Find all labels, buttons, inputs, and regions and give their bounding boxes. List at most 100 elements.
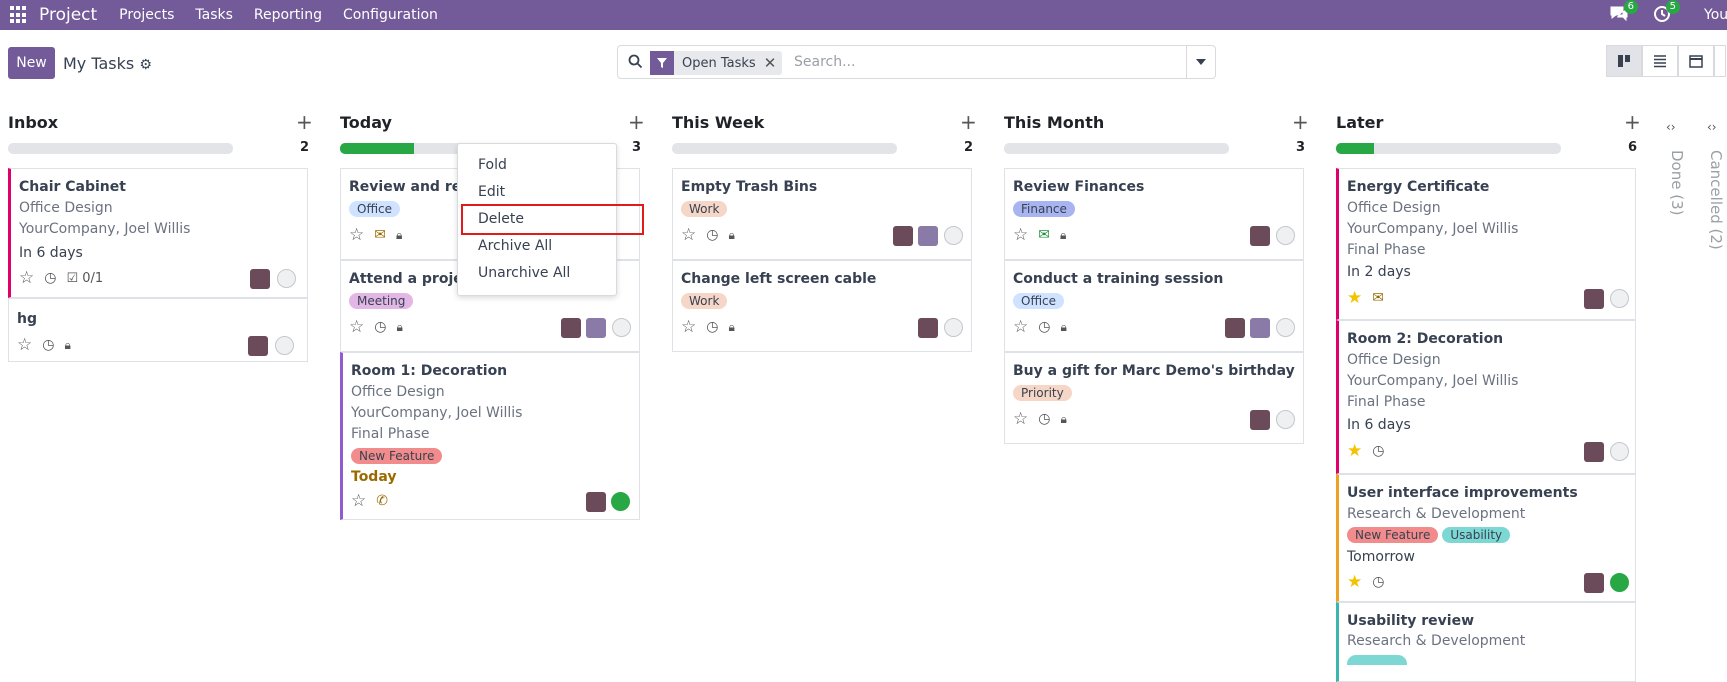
avatar[interactable] xyxy=(1250,226,1270,246)
avatar[interactable] xyxy=(248,336,268,356)
progress-bar[interactable] xyxy=(8,143,233,154)
clock-icon[interactable]: ◷ xyxy=(1372,443,1384,459)
fold-arrows-icon[interactable]: ‹› xyxy=(1707,120,1717,134)
menu-item-edit[interactable]: Edit xyxy=(478,184,505,200)
search-input[interactable]: Search... xyxy=(794,54,855,70)
state-dot[interactable] xyxy=(275,336,294,355)
state-dot[interactable] xyxy=(1610,573,1629,592)
clock-icon[interactable]: ◷ xyxy=(706,319,718,335)
clock-icon[interactable]: ◷ xyxy=(44,270,56,286)
quick-create-icon[interactable]: + xyxy=(296,110,313,134)
clock-icon[interactable]: ◷ xyxy=(42,337,54,353)
task-card[interactable]: Empty Trash Bins Work ☆ ◷ 🔒︎ xyxy=(672,168,972,260)
task-card[interactable]: Energy Certificate Office Design YourCom… xyxy=(1336,168,1636,320)
avatar[interactable] xyxy=(1250,318,1270,338)
column-title[interactable]: Later xyxy=(1336,113,1383,132)
app-name[interactable]: Project xyxy=(39,5,97,25)
clock-icon[interactable]: ◷ xyxy=(1038,411,1050,427)
avatar[interactable] xyxy=(586,492,606,512)
state-dot[interactable] xyxy=(1276,226,1295,245)
fold-arrows-icon[interactable]: ‹› xyxy=(1666,120,1676,134)
state-dot[interactable] xyxy=(277,269,296,288)
star-icon[interactable]: ☆ xyxy=(19,268,34,288)
task-card[interactable]: Buy a gift for Marc Demo's birthday Prio… xyxy=(1004,352,1304,444)
user-menu[interactable]: Your xyxy=(1704,7,1727,23)
star-icon[interactable]: ☆ xyxy=(1013,409,1028,429)
task-card[interactable]: hg ☆ ◷ 🔒︎ xyxy=(8,298,308,362)
progress-bar[interactable] xyxy=(672,143,897,154)
menu-configuration[interactable]: Configuration xyxy=(343,7,438,23)
task-card[interactable]: Chair Cabinet Office Design YourCompany,… xyxy=(8,168,308,298)
task-card[interactable]: Review Finances Finance ☆ ✉ 🔒︎ xyxy=(1004,168,1304,260)
column-title[interactable]: Today xyxy=(340,113,392,132)
star-icon[interactable]: ☆ xyxy=(349,225,364,245)
menu-item-fold[interactable]: Fold xyxy=(478,157,507,173)
avatar[interactable] xyxy=(586,318,606,338)
star-icon[interactable]: ☆ xyxy=(1013,317,1028,337)
avatar[interactable] xyxy=(918,318,938,338)
avatar[interactable] xyxy=(1584,442,1604,462)
star-icon[interactable]: ★ xyxy=(1347,441,1362,461)
email-icon[interactable]: ✉ xyxy=(1372,290,1384,306)
star-icon[interactable]: ☆ xyxy=(681,225,696,245)
activity-icon[interactable]: 5 xyxy=(1653,0,1680,25)
menu-reporting[interactable]: Reporting xyxy=(254,7,322,23)
state-dot[interactable] xyxy=(612,318,631,337)
star-icon[interactable]: ☆ xyxy=(351,491,366,511)
calendar-view-button[interactable] xyxy=(1678,45,1714,77)
task-card[interactable]: Change left screen cable Work ☆ ◷ 🔒︎ xyxy=(672,260,972,352)
avatar[interactable] xyxy=(918,226,938,246)
star-icon[interactable]: ★ xyxy=(1347,288,1362,308)
state-dot[interactable] xyxy=(1610,289,1629,308)
menu-projects[interactable]: Projects xyxy=(119,7,174,23)
email-icon[interactable]: ✉ xyxy=(374,227,386,243)
star-icon[interactable]: ☆ xyxy=(349,317,364,337)
list-view-button[interactable] xyxy=(1642,45,1678,77)
quick-create-icon[interactable]: + xyxy=(960,110,977,134)
avatar[interactable] xyxy=(1225,318,1245,338)
menu-tasks[interactable]: Tasks xyxy=(195,7,233,23)
task-card[interactable]: Room 1: Decoration Office Design YourCom… xyxy=(340,352,640,520)
progress-bar[interactable] xyxy=(1004,143,1229,154)
remove-filter-icon[interactable]: ✕ xyxy=(764,54,783,72)
column-title[interactable]: Inbox xyxy=(8,113,58,132)
gear-icon[interactable]: ⚙ xyxy=(139,57,152,73)
kanban-view-button[interactable] xyxy=(1606,45,1642,77)
column-title[interactable]: This Week xyxy=(672,113,764,132)
messages-icon[interactable]: 6 xyxy=(1609,0,1638,25)
clock-icon[interactable]: ◷ xyxy=(1372,574,1384,590)
star-icon[interactable]: ★ xyxy=(1347,572,1362,592)
star-icon[interactable]: ☆ xyxy=(17,335,32,355)
state-dot[interactable] xyxy=(1610,442,1629,461)
state-dot[interactable] xyxy=(944,226,963,245)
progress-bar[interactable] xyxy=(1336,143,1561,154)
avatar[interactable] xyxy=(250,269,270,289)
more-view-button[interactable] xyxy=(1714,45,1726,77)
folded-column-cancelled[interactable]: Cancelled (2) xyxy=(1707,150,1725,250)
clock-icon[interactable]: ◷ xyxy=(1038,319,1050,335)
folded-column-done[interactable]: Done (3) xyxy=(1668,150,1686,215)
search-options-toggle[interactable] xyxy=(1186,46,1215,78)
star-icon[interactable]: ☆ xyxy=(1013,225,1028,245)
clock-icon[interactable]: ◷ xyxy=(374,319,386,335)
star-icon[interactable]: ☆ xyxy=(681,317,696,337)
clock-icon[interactable]: ◷ xyxy=(706,227,718,243)
avatar[interactable] xyxy=(1584,289,1604,309)
menu-item-unarchive-all[interactable]: Unarchive All xyxy=(478,265,570,281)
checklist-icon[interactable]: ☑ 0/1 xyxy=(66,271,103,286)
state-dot[interactable] xyxy=(611,492,630,511)
task-card[interactable]: Usability review Research & Development xyxy=(1336,602,1636,682)
app-grid-icon[interactable] xyxy=(10,6,28,24)
task-card[interactable]: User interface improvements Research & D… xyxy=(1336,474,1636,602)
phone-icon[interactable]: ✆ xyxy=(376,493,388,509)
new-button[interactable]: New xyxy=(8,47,55,79)
quick-create-icon[interactable]: + xyxy=(628,110,645,134)
task-card[interactable]: Conduct a training session Office ☆ ◷ 🔒︎ xyxy=(1004,260,1304,352)
quick-create-icon[interactable]: + xyxy=(1292,110,1309,134)
menu-item-archive-all[interactable]: Archive All xyxy=(478,238,552,254)
avatar[interactable] xyxy=(1250,410,1270,430)
email-icon[interactable]: ✉ xyxy=(1038,227,1050,243)
column-title[interactable]: This Month xyxy=(1004,113,1104,132)
state-dot[interactable] xyxy=(1276,318,1295,337)
avatar[interactable] xyxy=(561,318,581,338)
